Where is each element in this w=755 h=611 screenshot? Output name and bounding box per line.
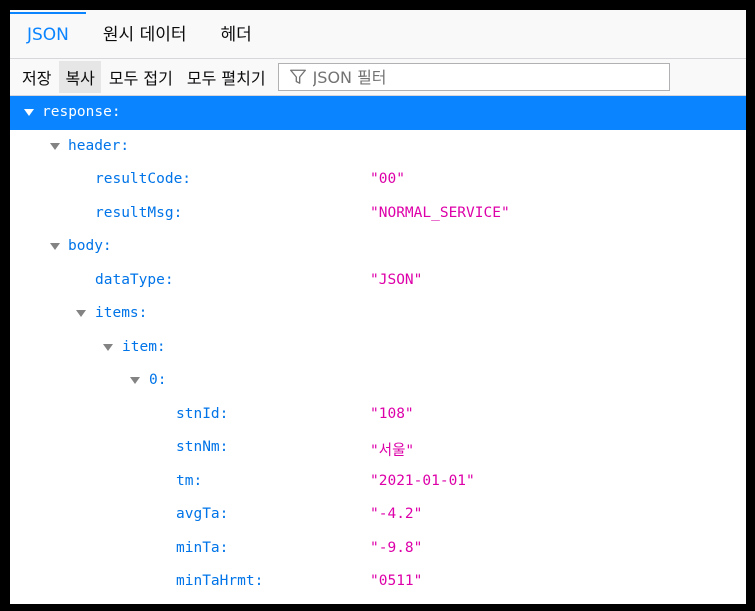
tree-key: items:: [95, 305, 148, 321]
tree-value: "2021-01-01": [370, 472, 475, 489]
toolbar: 저장 복사 모두 접기 모두 펼치기: [10, 59, 746, 96]
json-viewer: JSON 원시 데이터 헤더 저장 복사 모두 접기 모두 펼치기 respon…: [10, 10, 746, 604]
json-tree: response: header: resultCode: "00" resul…: [10, 96, 746, 599]
tree-key: dataType:: [95, 271, 174, 288]
copy-button[interactable]: 복사: [59, 61, 101, 93]
save-button[interactable]: 저장: [16, 61, 57, 93]
tree-row-mintahrmt[interactable]: minTaHrmt: "0511": [10, 565, 746, 599]
filter-box[interactable]: [277, 63, 670, 91]
tree-key: response:: [42, 104, 121, 120]
tree-row-stnnm[interactable]: stnNm: "서울": [10, 431, 746, 465]
twisty-expanded-icon[interactable]: [50, 243, 60, 250]
tree-row-stnid[interactable]: stnId: "108": [10, 398, 746, 432]
tree-row-minta[interactable]: minTa: "-9.8": [10, 532, 746, 566]
tree-key: resultMsg:: [95, 204, 183, 221]
tab-json[interactable]: JSON: [10, 12, 86, 58]
tree-row-items[interactable]: items:: [10, 297, 746, 331]
tree-key: minTaHrmt:: [176, 573, 264, 589]
tree-key: body:: [68, 238, 112, 254]
tree-key: stnNm:: [176, 439, 229, 455]
tree-value: "108": [370, 405, 414, 422]
tree-key: tm:: [176, 472, 203, 489]
tree-key: avgTa:: [176, 506, 229, 522]
tree-row-tm[interactable]: tm: "2021-01-01": [10, 465, 746, 499]
tab-headers[interactable]: 헤더: [204, 20, 269, 58]
tree-key: 0:: [149, 372, 167, 388]
tree-key: header:: [68, 137, 130, 154]
twisty-expanded-icon[interactable]: [103, 343, 113, 351]
tree-row-body[interactable]: body:: [10, 230, 746, 264]
tree-key: item:: [122, 338, 166, 355]
tab-raw-data[interactable]: 원시 데이터: [86, 20, 204, 58]
tree-value: "-9.8": [370, 539, 423, 556]
tree-value: "서울": [370, 443, 415, 459]
twisty-expanded-icon[interactable]: [76, 310, 86, 317]
tree-key: stnId:: [176, 405, 229, 422]
tree-row-datatype[interactable]: dataType: "JSON": [10, 264, 746, 298]
tree-key: resultCode:: [95, 171, 192, 187]
expand-all-button[interactable]: 모두 펼치기: [181, 61, 272, 93]
twisty-expanded-icon[interactable]: [130, 377, 140, 384]
tree-value: "00": [370, 171, 405, 187]
tree-row-response[interactable]: response:: [10, 96, 746, 130]
tree-row-avgta[interactable]: avgTa: "-4.2": [10, 498, 746, 532]
tree-row-item[interactable]: item:: [10, 331, 746, 365]
tree-value: "JSON": [370, 271, 423, 288]
twisty-expanded-icon[interactable]: [50, 142, 60, 150]
tab-bar: JSON 원시 데이터 헤더: [10, 10, 746, 59]
tree-row-header[interactable]: header:: [10, 130, 746, 164]
tree-value: "-4.2": [370, 506, 423, 522]
tree-key: minTa:: [176, 539, 229, 556]
tree-row-0[interactable]: 0:: [10, 364, 746, 398]
collapse-all-button[interactable]: 모두 접기: [103, 61, 179, 93]
tree-value: "0511": [370, 573, 423, 589]
funnel-icon: [289, 69, 306, 84]
tree-row-resultcode[interactable]: resultCode: "00": [10, 163, 746, 197]
twisty-expanded-icon[interactable]: [24, 109, 34, 116]
tree-row-resultmsg[interactable]: resultMsg: "NORMAL_SERVICE": [10, 197, 746, 231]
json-filter-input[interactable]: [310, 66, 655, 88]
tree-value: "NORMAL_SERVICE": [370, 204, 510, 221]
